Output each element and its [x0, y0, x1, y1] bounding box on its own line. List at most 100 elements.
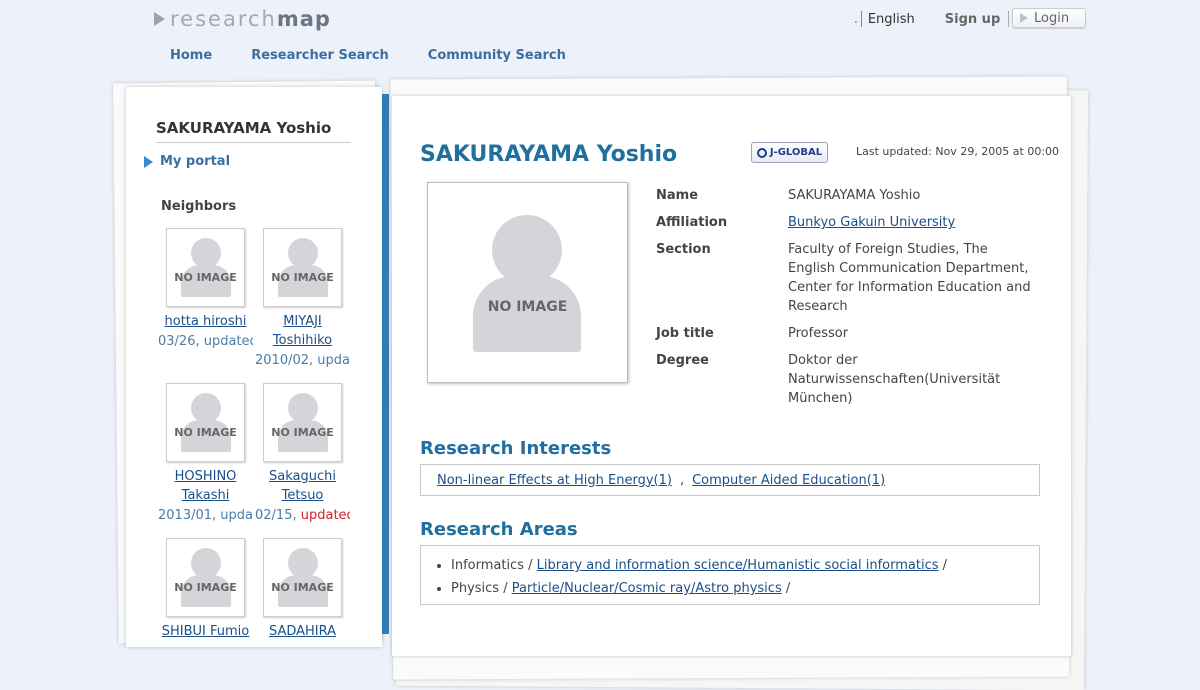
no-image-label: NO IMAGE [174, 271, 237, 284]
list-item: Informatics / Library and information sc… [451, 554, 1039, 577]
area-category: Physics [451, 581, 500, 596]
info-label: Name [656, 188, 699, 203]
no-image-label: NO IMAGE [174, 581, 237, 594]
research-areas-heading: Research Areas [420, 519, 578, 540]
info-value: SAKURAYAMA Yoshio [788, 188, 921, 203]
info-value: Professor [788, 326, 849, 341]
profile-panel: SAKURAYAMA Yoshio J-GLOBAL Last updated:… [392, 96, 1071, 656]
neighbor-date: 2013/01, updated [158, 508, 253, 523]
info-label: Affiliation [656, 215, 728, 230]
language-selector[interactable]: English [868, 12, 915, 27]
neighbor-avatar[interactable]: NO IMAGE [263, 228, 342, 307]
affiliation-link[interactable]: Bunkyo Gakuin University [788, 215, 955, 230]
neighbor-name-link[interactable]: Sakaguchi Tetsuo [255, 467, 350, 505]
login-label: Login [1034, 10, 1070, 26]
info-value: Bunkyo Gakuin University [788, 213, 1038, 232]
area-link[interactable]: Library and information science/Humanist… [537, 558, 939, 573]
neighbor-avatar[interactable]: NO IMAGE [166, 228, 245, 307]
main-nav: Home Researcher Search Community Search [170, 48, 566, 63]
neighbor-avatar[interactable]: NO IMAGE [166, 383, 245, 462]
neighbor-name-link[interactable]: HOSHINO Takashi [158, 467, 253, 505]
area-category: Informatics [451, 558, 524, 573]
interest-link[interactable]: Computer Aided Education(1) [692, 473, 885, 488]
neighbor-date-text: 02/15, [255, 508, 301, 523]
info-row-name: Name SAKURAYAMA Yoshio [656, 186, 1038, 205]
info-row-section: Section Faculty of Foreign Studies, The … [656, 240, 1038, 316]
portal-arrow-icon [144, 155, 153, 168]
header-utility-links: . English Sign up [854, 8, 1017, 30]
jglobal-logo-icon [756, 147, 767, 158]
nav-researcher-search[interactable]: Researcher Search [251, 48, 389, 63]
avatar-placeholder-icon [191, 393, 221, 423]
area-slash: / [942, 558, 948, 573]
profile-photo: NO IMAGE [427, 182, 628, 383]
my-portal-label: My portal [160, 154, 231, 169]
area-link[interactable]: Particle/Nuclear/Cosmic ray/Astro physic… [512, 581, 782, 596]
no-image-label: NO IMAGE [271, 271, 334, 284]
profile-info-table: Name SAKURAYAMA Yoshio Affiliation Bunky… [656, 186, 1038, 416]
neighbor-name-link[interactable]: SADAHIRA [255, 622, 350, 641]
research-interests-heading: Research Interests [420, 438, 612, 459]
divider [860, 11, 862, 27]
neighbor-avatar[interactable]: NO IMAGE [263, 383, 342, 462]
neighbor-date: 2010/02, updated [255, 353, 350, 368]
language-separator-dot: . [854, 12, 858, 26]
interest-link[interactable]: Non-linear Effects at High Energy(1) [437, 473, 672, 488]
area-slash: / [528, 558, 533, 573]
sidebar-title: SAKURAYAMA Yoshio [156, 119, 351, 143]
login-button[interactable]: Login [1012, 8, 1086, 28]
avatar-placeholder-icon [288, 393, 318, 423]
research-areas-box: Informatics / Library and information sc… [420, 545, 1040, 605]
neighbor-card[interactable]: NO IMAGE Sakaguchi Tetsuo 02/15, updated [255, 383, 350, 523]
neighbor-avatar[interactable]: NO IMAGE [263, 538, 342, 617]
info-row-job-title: Job title Professor [656, 324, 1038, 343]
profile-name-heading: SAKURAYAMA Yoshio [420, 142, 678, 167]
neighbor-name-link[interactable]: MIYAJI Toshihiko [255, 312, 350, 350]
nav-home[interactable]: Home [170, 48, 212, 63]
neighbor-card[interactable]: NO IMAGE SADAHIRA [255, 538, 350, 641]
research-interests-box: Non-linear Effects at High Energy(1) , C… [420, 464, 1040, 496]
neighbor-date: 03/26, updated [158, 334, 253, 349]
login-arrow-icon [1020, 13, 1028, 23]
avatar-placeholder-icon [191, 548, 221, 578]
my-portal-link[interactable]: My portal [144, 154, 230, 169]
no-image-label: NO IMAGE [487, 299, 568, 315]
jglobal-label: J-GLOBAL [769, 147, 823, 158]
signup-link[interactable]: Sign up [945, 12, 1000, 27]
interest-separator: , [679, 472, 685, 488]
neighbor-name-link[interactable]: SHIBUI Fumio [158, 622, 253, 641]
area-slash: / [785, 581, 791, 596]
info-value: Faculty of Foreign Studies, The English … [788, 242, 1031, 314]
neighbor-card[interactable]: NO IMAGE MIYAJI Toshihiko 2010/02, updat… [255, 228, 350, 368]
research-areas-list: Informatics / Library and information sc… [421, 554, 1039, 600]
neighbor-card[interactable]: NO IMAGE hotta hiroshi 03/26, updated [158, 228, 253, 349]
no-image-label: NO IMAGE [271, 581, 334, 594]
info-value: Doktor der Naturwissenschaften(Universit… [788, 353, 1001, 406]
neighbor-name-link[interactable]: hotta hiroshi [158, 312, 253, 331]
info-label: Job title [656, 326, 714, 341]
neighbor-avatar[interactable]: NO IMAGE [166, 538, 245, 617]
avatar-placeholder-icon [288, 548, 318, 578]
nav-community-search[interactable]: Community Search [428, 48, 566, 63]
info-label: Section [656, 242, 711, 257]
neighbor-date: 02/15, updated [255, 508, 350, 523]
jglobal-button[interactable]: J-GLOBAL [751, 142, 828, 163]
list-item: Physics / Particle/Nuclear/Cosmic ray/As… [451, 577, 1039, 600]
last-updated: Last updated: Nov 29, 2005 at 00:00 [856, 145, 1060, 158]
neighbor-card[interactable]: NO IMAGE HOSHINO Takashi 2013/01, update… [158, 383, 253, 523]
no-image-label: NO IMAGE [271, 426, 334, 439]
researchmap-logo[interactable]: researchmap [154, 6, 331, 32]
logo-triangle-icon [154, 12, 165, 26]
avatar-placeholder-icon [191, 238, 221, 268]
info-row-affiliation: Affiliation Bunkyo Gakuin University [656, 213, 1038, 232]
sidebar-accent-bar [382, 94, 389, 634]
updated-highlight: updated [300, 508, 350, 523]
divider [1008, 11, 1010, 27]
neighbor-card[interactable]: NO IMAGE SHIBUI Fumio [158, 538, 253, 641]
neighbors-heading: Neighbors [161, 199, 237, 214]
no-image-label: NO IMAGE [174, 426, 237, 439]
info-label: Degree [656, 353, 709, 368]
person-placeholder-icon [492, 215, 562, 285]
logo-text: researchmap [170, 7, 331, 31]
area-slash: / [503, 581, 508, 596]
